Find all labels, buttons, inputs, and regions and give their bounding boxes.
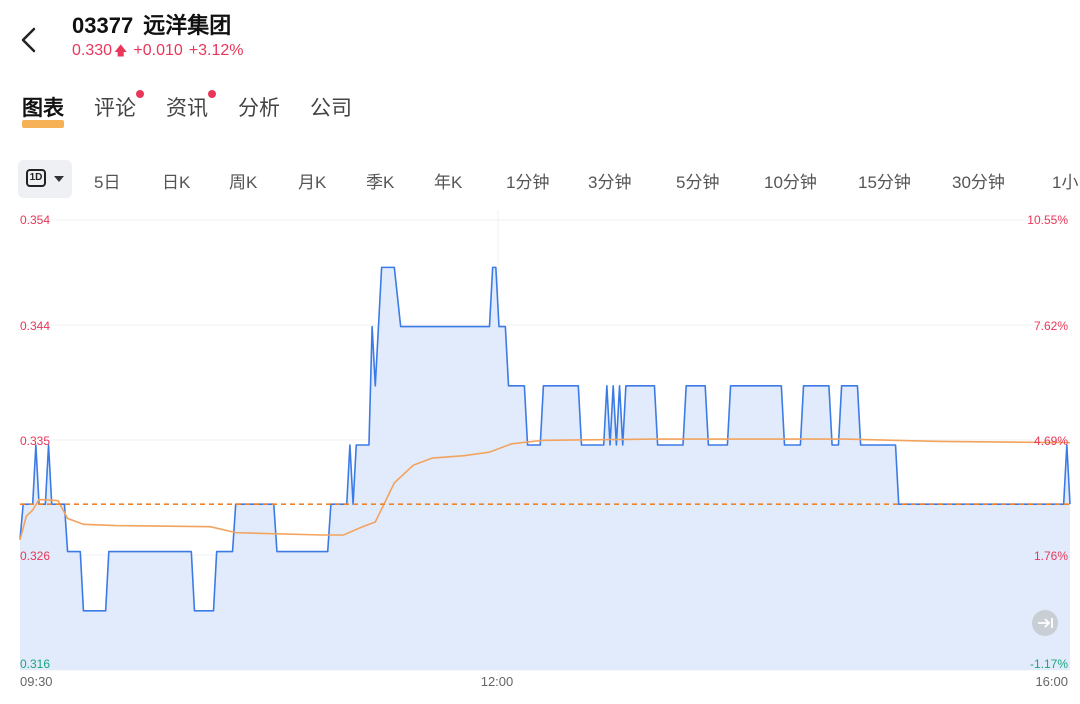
tab-3[interactable]: 分析 <box>238 92 280 122</box>
period-option[interactable]: 10分钟 <box>764 168 817 193</box>
y-right-tick-label: 10.55% <box>1027 213 1068 227</box>
y-left-tick-label: 0.326 <box>20 549 50 563</box>
stock-name: 远洋集团 <box>143 13 232 38</box>
period-option[interactable]: 3分钟 <box>588 168 631 193</box>
price-change: +0.010 <box>133 42 183 59</box>
y-right-tick-label: -1.17% <box>1030 657 1068 671</box>
period-option[interactable]: 季K <box>366 168 394 193</box>
period-bar: 1D 5日 日K 周K 月K 季K 年K 1分钟 3分钟 5分钟 10分钟 15分钟 30分钟 1小 <box>0 160 1080 200</box>
y-left-tick-label: 0.316 <box>20 657 50 671</box>
tab-label: 资讯 <box>166 97 208 120</box>
tab-bar: 图表 评论 资讯 分析 公司 <box>22 90 382 128</box>
period-option[interactable]: 1分钟 <box>506 168 549 193</box>
caret-down-icon <box>54 176 64 182</box>
y-right-tick-label: 4.69% <box>1034 434 1068 448</box>
tab-1[interactable]: 评论 <box>94 90 144 122</box>
notification-dot <box>208 90 216 98</box>
price-area <box>20 267 1070 670</box>
period-option[interactable]: 15分钟 <box>858 168 911 193</box>
quote-row: 0.330 🡅 +0.010 +3.12% <box>72 42 244 64</box>
period-selector[interactable]: 1D <box>18 160 72 198</box>
period-option[interactable]: 月K <box>298 168 326 193</box>
tab-label: 分析 <box>238 97 280 120</box>
x-tick-label: 12:00 <box>481 674 514 689</box>
period-option[interactable]: 5分钟 <box>676 168 719 193</box>
y-right-tick-label: 1.76% <box>1034 549 1068 563</box>
chevron-left-icon <box>21 27 36 53</box>
x-tick-label: 16:00 <box>1035 674 1068 689</box>
tab-2[interactable]: 资讯 <box>166 90 216 122</box>
period-selector-label: 1D <box>26 169 46 187</box>
back-button[interactable] <box>14 24 46 56</box>
jump-latest-icon[interactable] <box>1032 610 1058 636</box>
period-option[interactable]: 日K <box>162 168 190 193</box>
y-left-tick-label: 0.354 <box>20 213 50 227</box>
notification-dot <box>136 90 144 98</box>
stock-code: 03377 <box>72 13 134 38</box>
tab-4[interactable]: 公司 <box>310 92 352 122</box>
price-value: 0.330 <box>72 42 113 59</box>
price-change-pct: +3.12% <box>188 42 244 59</box>
tab-label: 图表 <box>22 97 64 120</box>
period-option[interactable]: 1小 <box>1052 168 1078 193</box>
tab-label: 评论 <box>94 97 136 120</box>
tab-label: 公司 <box>310 97 352 120</box>
y-right-tick-label: 7.62% <box>1034 319 1068 333</box>
tab-0[interactable]: 图表 <box>22 92 64 128</box>
y-left-tick-label: 0.335 <box>20 434 50 448</box>
stock-title: 03377 远洋集团 <box>72 8 241 40</box>
intraday-chart: 0.354 0.344 0.335 0.326 0.316 10.55% 7.62% 4.69… <box>19 210 1071 689</box>
period-option[interactable]: 年K <box>434 168 462 193</box>
x-tick-label: 09:30 <box>20 674 53 689</box>
period-option[interactable]: 周K <box>229 168 257 193</box>
period-option[interactable]: 5日 <box>94 168 120 193</box>
arrow-up-icon: 🡅 <box>114 43 128 58</box>
y-left-tick-label: 0.344 <box>20 319 50 333</box>
period-option[interactable]: 30分钟 <box>952 168 1005 193</box>
